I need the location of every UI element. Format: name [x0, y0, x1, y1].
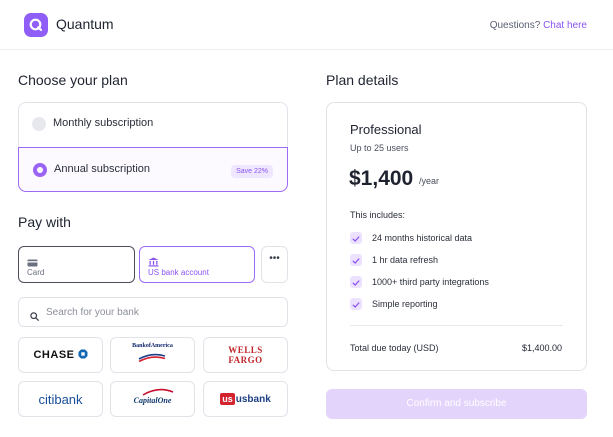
- bank-name: citibank: [38, 391, 83, 407]
- search-icon: [30, 308, 39, 326]
- chase-octagon-icon: [78, 346, 88, 364]
- bank-name: usbank: [235, 393, 271, 405]
- check-icon: [350, 254, 362, 266]
- pay-method-bank[interactable]: US bank account: [139, 246, 255, 283]
- swoosh-icon: [142, 383, 174, 401]
- feature-text: Simple reporting: [372, 299, 438, 309]
- pay-with-title: Pay with: [18, 214, 71, 230]
- confirm-subscribe-button[interactable]: Confirm and subscribe: [326, 389, 587, 419]
- check-icon: [350, 298, 362, 310]
- plan-details-card: Professional Up to 25 users $1,400 /year…: [326, 102, 587, 371]
- check-icon: [350, 276, 362, 288]
- bank-name: WELLS FARGO: [228, 345, 263, 365]
- plan-option-monthly[interactable]: Monthly subscription: [18, 102, 288, 147]
- us-bank-logo: us usbank: [220, 393, 271, 405]
- top-bar: Quantum Questions? Chat here: [0, 0, 613, 50]
- plan-users: Up to 25 users: [350, 143, 409, 153]
- chat-here-link[interactable]: Chat here: [543, 20, 587, 31]
- plan-tier: Professional: [350, 122, 422, 137]
- bank-tile-chase[interactable]: CHASE: [18, 337, 103, 373]
- total-value: $1,400.00: [521, 343, 562, 353]
- bank-search-input[interactable]: Search for your bank: [18, 297, 288, 327]
- check-icon: [350, 232, 362, 244]
- help-text: Questions? Chat here: [490, 20, 587, 31]
- flag-icon: [137, 349, 167, 367]
- us-bank-shield-icon: us: [220, 393, 235, 405]
- radio-unselected-icon[interactable]: [32, 117, 46, 131]
- divider: [350, 325, 563, 326]
- capital-one-logo: CapitalOne: [134, 388, 173, 408]
- includes-label: This includes:: [350, 210, 406, 220]
- plan-period: /year: [419, 176, 440, 186]
- feature-text: 24 months historical data: [372, 233, 473, 243]
- help-prefix: Questions?: [489, 20, 541, 31]
- pay-method-label: US bank account: [148, 268, 209, 277]
- plan-option-label: Monthly subscription: [53, 117, 154, 129]
- bank-tile-wells-fargo[interactable]: WELLS FARGO: [203, 337, 288, 373]
- savings-badge: Save 22%: [231, 165, 273, 178]
- pay-method-card[interactable]: Card: [18, 246, 135, 283]
- choose-plan-title: Choose your plan: [18, 72, 128, 88]
- more-dots-icon: •••: [269, 253, 280, 264]
- radio-selected-icon[interactable]: [33, 163, 47, 177]
- bank-tile-us-bank[interactable]: us usbank: [203, 381, 288, 417]
- chase-logo: CHASE: [33, 346, 87, 364]
- quantum-logo-icon[interactable]: [24, 13, 48, 37]
- pay-method-label: Card: [27, 268, 45, 277]
- plan-price: $1,400: [349, 167, 414, 190]
- bank-name: CHASE: [33, 349, 75, 361]
- more-methods-button[interactable]: •••: [261, 246, 288, 283]
- feature-text: 1 hr data refresh: [372, 255, 439, 265]
- search-placeholder: Search for your bank: [46, 307, 139, 318]
- bank-tile-citibank[interactable]: citibank: [18, 381, 103, 417]
- total-label: Total due today (USD): [350, 343, 439, 353]
- plan-details-title: Plan details: [326, 72, 399, 88]
- feature-text: 1000+ third party integrations: [372, 277, 489, 287]
- bank-tile-capital-one[interactable]: CapitalOne: [110, 381, 195, 417]
- plan-option-annual[interactable]: Annual subscription Save 22%: [18, 147, 288, 192]
- brand-name: Quantum: [56, 16, 114, 32]
- bank-of-america-logo: BankofAmerica: [132, 343, 173, 367]
- bank-tile-bank-of-america[interactable]: BankofAmerica: [110, 337, 195, 373]
- plan-option-label: Annual subscription: [54, 163, 151, 175]
